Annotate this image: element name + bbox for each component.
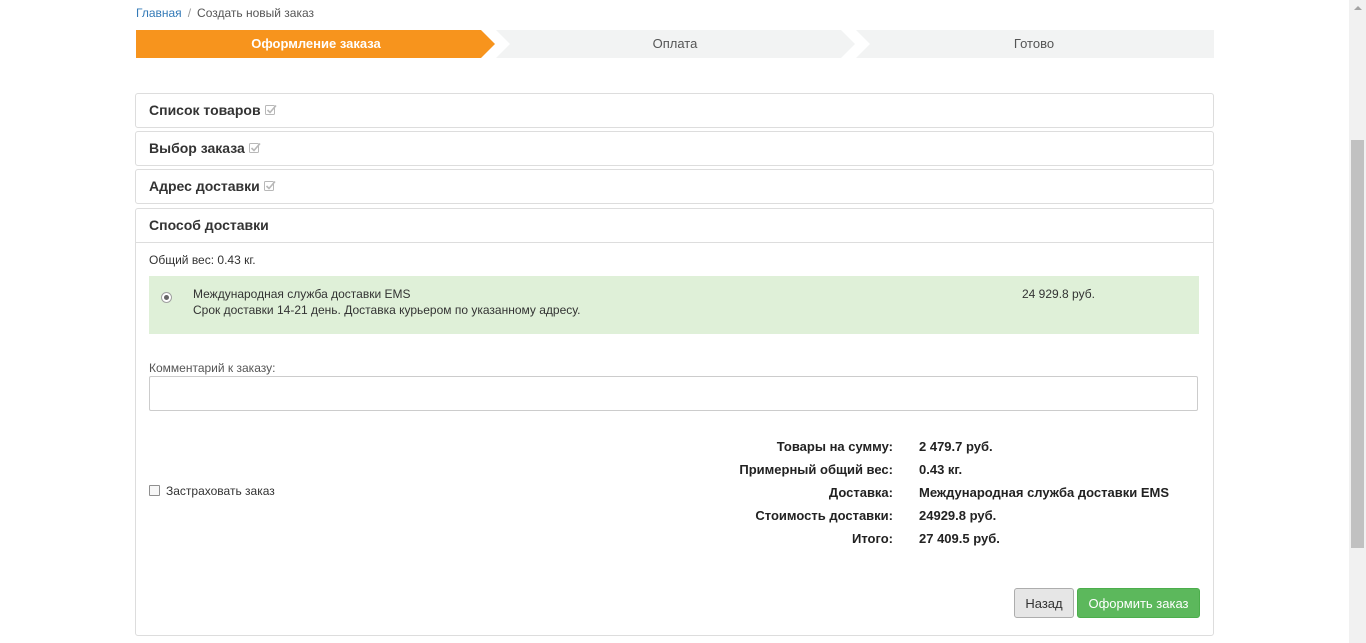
panel-order-choice-heading[interactable]: Выбор заказа [136,132,1213,165]
panel-address[interactable]: Адрес доставки [135,169,1214,204]
panel-delivery: Способ доставки Общий вес: 0.43 кг. Межд… [135,208,1214,636]
delivery-option-radio[interactable] [161,292,172,303]
step-checkout: Оформление заказа [251,36,381,51]
summary-value: 27 409.5 руб. [919,531,1000,546]
breadcrumb-current: Создать новый заказ [197,6,315,20]
summary-key: Доставка: [828,485,893,500]
summary-row-delivery: Доставка: Международная служба доставки … [136,485,1213,501]
delivery-option-ems[interactable]: Международная служба доставки EMS Срок д… [149,276,1199,334]
panel-goods-heading[interactable]: Список товаров [136,94,1213,127]
summary-key: Примерный общий вес: [739,462,893,477]
checkout-steps: Оформление заказа Оплата Готово [136,30,1214,58]
panel-goods[interactable]: Список товаров [135,93,1214,128]
summary-value: Международная служба доставки EMS [919,485,1169,500]
panel-goods-title: Список товаров [149,102,261,118]
summary-row-goods-total: Товары на сумму: 2 479.7 руб. [136,439,1213,455]
summary-key: Стоимость доставки: [755,508,893,523]
summary-key: Итого: [852,531,893,546]
step-done: Готово [1013,36,1055,51]
panel-delivery-heading[interactable]: Способ доставки [136,209,1213,243]
summary-key: Товары на сумму: [776,439,893,454]
summary-value: 24929.8 руб. [919,508,997,523]
summary-row-weight: Примерный общий вес: 0.43 кг. [136,462,1213,478]
submit-order-button[interactable]: Оформить заказ [1077,588,1200,618]
summary-row-delivery-cost: Стоимость доставки: 24929.8 руб. [136,508,1213,524]
page-scrollbar[interactable] [1349,0,1366,643]
delivery-option-name: Международная служба доставки EMS [193,287,411,301]
total-weight: Общий вес: 0.43 кг. [149,253,256,267]
delivery-option-price: 24 929.8 руб. [1022,287,1095,301]
breadcrumb-separator: / [187,6,192,20]
summary-row-total: Итого: 27 409.5 руб. [136,531,1213,547]
panel-order-choice-title: Выбор заказа [149,140,245,156]
panel-address-heading[interactable]: Адрес доставки [136,170,1213,203]
radio-dot [164,295,169,300]
comment-label: Комментарий к заказу: [149,361,276,375]
panel-address-title: Адрес доставки [149,178,260,194]
checkbox-checked-icon [248,142,261,153]
step-payment: Оплата [652,36,698,51]
scrollbar-thumb[interactable] [1351,140,1364,548]
back-button[interactable]: Назад [1014,588,1074,618]
breadcrumb-home-link[interactable]: Главная [136,6,182,20]
panel-delivery-title: Способ доставки [149,217,269,233]
comment-input[interactable] [149,376,1198,411]
panel-delivery-body: Общий вес: 0.43 кг. Международная служба… [136,243,1213,635]
checkbox-checked-icon [263,180,276,191]
delivery-option-description: Срок доставки 14-21 день. Доставка курье… [193,303,581,317]
scroll-up-icon[interactable] [1354,6,1362,10]
summary-value: 0.43 кг. [919,462,963,477]
breadcrumb: Главная / Создать новый заказ [136,6,314,20]
panel-order-choice[interactable]: Выбор заказа [135,131,1214,166]
summary-value: 2 479.7 руб. [919,439,993,454]
checkbox-checked-icon [264,104,277,115]
